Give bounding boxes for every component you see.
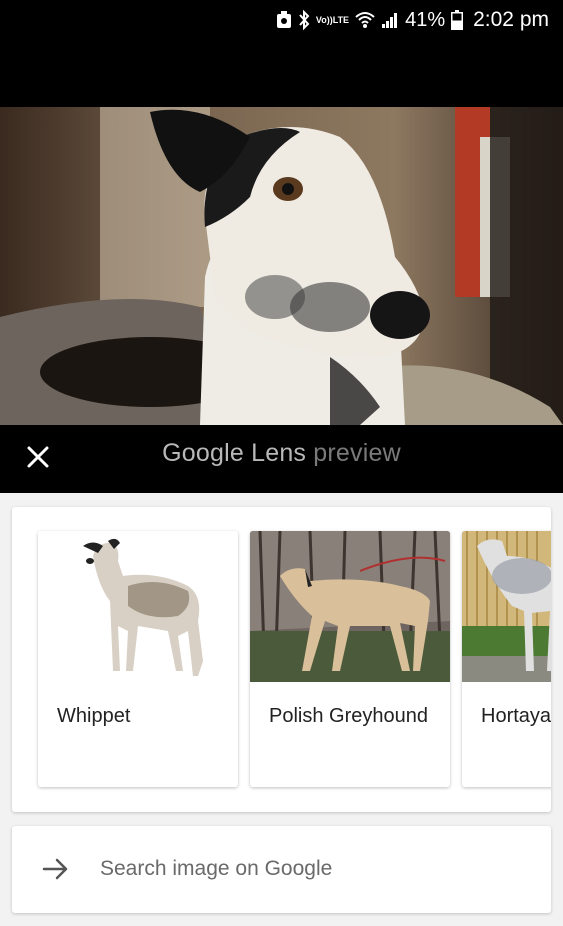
bluetooth-icon <box>298 10 310 30</box>
lens-header-bar: Google Lens preview <box>0 425 563 493</box>
status-time: 2:02 pm <box>473 8 549 31</box>
lte-label: LTE <box>332 14 350 25</box>
signal-icon <box>381 11 399 29</box>
search-image-label: Search image on Google <box>100 857 333 880</box>
product-label: Lens <box>251 439 307 467</box>
lens-title: Google Lens preview <box>0 439 563 468</box>
result-image-polish-greyhound <box>250 531 450 682</box>
mode-label: preview <box>313 439 401 467</box>
result-card-whippet[interactable]: Whippet <box>38 531 238 787</box>
battery-percent: 41% <box>405 8 446 31</box>
search-image-on-google-button[interactable]: Search image on Google <box>12 826 551 913</box>
result-card-hortaya[interactable]: Hortaya <box>462 531 551 787</box>
result-image-hortaya <box>462 531 551 682</box>
battery-icon <box>451 10 464 30</box>
result-label: Hortaya <box>481 705 551 727</box>
result-card-polish-greyhound[interactable]: Polish Greyhound <box>250 531 450 787</box>
status-bar: Vo)) LTE 41% 2:02 pm <box>0 0 563 40</box>
notification-icon <box>276 11 292 29</box>
results-sheet: Whippet Polish Greyhound Hortaya Search … <box>0 493 563 926</box>
brand-label: Google <box>162 439 244 467</box>
arrow-right-icon <box>42 857 70 886</box>
results-carousel[interactable]: Whippet Polish Greyhound Hortaya <box>12 507 551 812</box>
result-image-whippet <box>38 531 238 682</box>
volte-indicator: Vo)) LTE <box>315 14 350 25</box>
wifi-icon <box>355 11 375 29</box>
result-label: Polish Greyhound <box>269 705 428 727</box>
result-label: Whippet <box>57 705 131 727</box>
captured-photo <box>0 107 563 425</box>
volte-label: Vo)) <box>315 14 333 25</box>
